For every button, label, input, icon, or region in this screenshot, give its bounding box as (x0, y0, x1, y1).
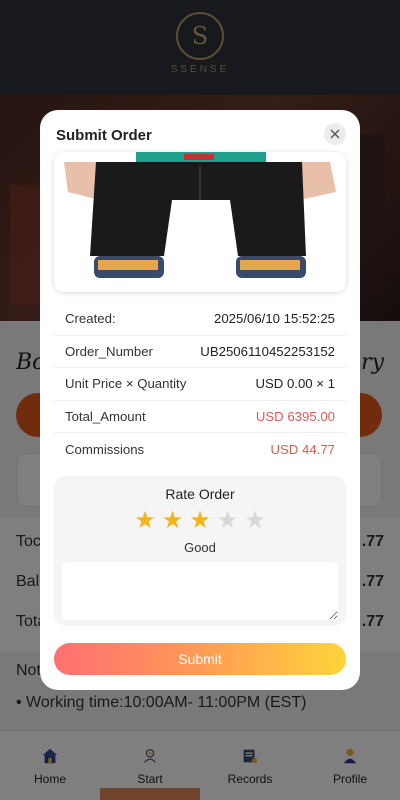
info-label: Order_Number (65, 343, 153, 359)
submit-button[interactable]: Submit (54, 643, 346, 675)
star-icon[interactable]: ★ (162, 509, 184, 533)
info-label: Commissions (65, 442, 145, 458)
submit-order-dialog: Submit Order Created: 2025/06/10 15:52:2… (40, 110, 360, 690)
dialog-title: Submit Order (56, 127, 152, 144)
star-icon[interactable]: ★ (189, 509, 211, 533)
info-label: Created: (65, 311, 116, 327)
info-value: USD 6395.00 (255, 409, 335, 425)
rating-label: Good (184, 540, 216, 555)
close-icon (330, 129, 340, 139)
close-button[interactable] (324, 123, 346, 145)
info-label: Unit Price × Quantity (65, 376, 187, 392)
rate-title: Rate Order (165, 486, 235, 502)
info-row-order-number: Order_Number UB2506110452253152 (54, 336, 346, 369)
star-icon[interactable]: ★ (244, 509, 266, 533)
info-row-commissions: Commissions USD 44.77 (54, 433, 346, 466)
rate-order-section: Rate Order ★ ★ ★ ★ ★ Good (54, 476, 346, 626)
product-image (54, 152, 346, 292)
info-value: 2025/06/10 15:52:25 (214, 311, 335, 327)
info-row-created: Created: 2025/06/10 15:52:25 (54, 303, 346, 336)
review-textarea[interactable] (62, 562, 338, 620)
star-icon[interactable]: ★ (134, 509, 156, 533)
info-value: USD 0.00 × 1 (255, 376, 335, 392)
info-row-unit-price: Unit Price × Quantity USD 0.00 × 1 (54, 368, 346, 401)
star-rating: ★ ★ ★ ★ ★ (54, 509, 346, 533)
info-value: USD 44.77 (270, 442, 335, 458)
order-info: Created: 2025/06/10 15:52:25 Order_Numbe… (54, 303, 346, 466)
info-value: UB2506110452253152 (200, 343, 335, 359)
product-photo (54, 152, 346, 292)
star-icon[interactable]: ★ (217, 509, 239, 533)
info-row-total-amount: Total_Amount USD 6395.00 (54, 401, 346, 434)
info-label: Total_Amount (65, 409, 146, 425)
